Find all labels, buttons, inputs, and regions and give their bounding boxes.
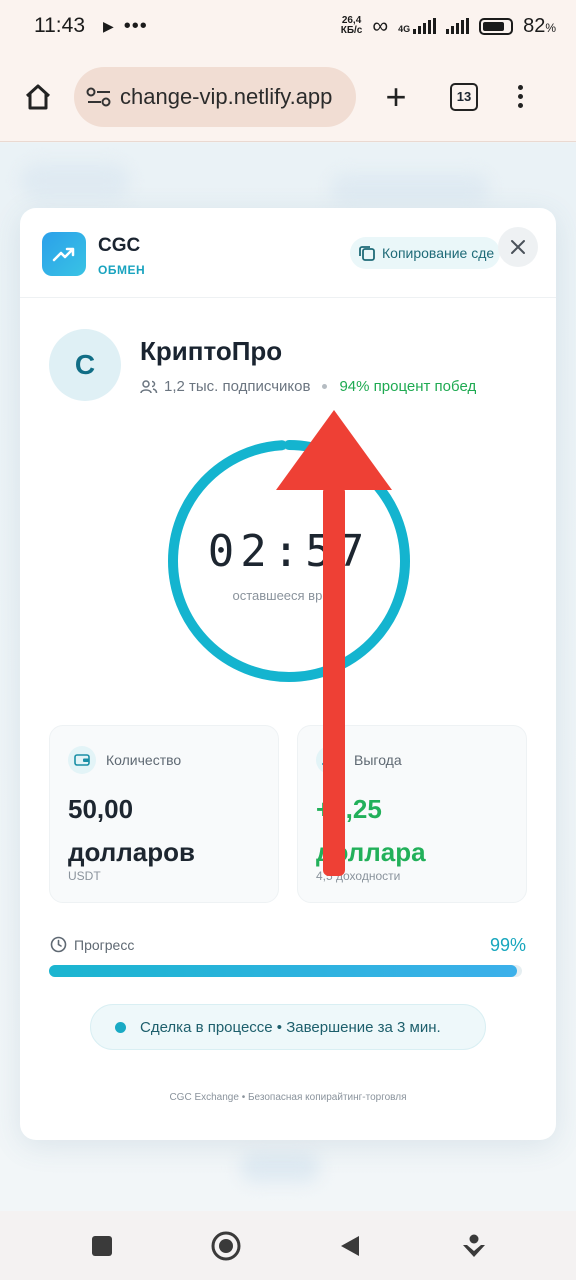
browser-menu-button[interactable]: [518, 85, 523, 108]
new-tab-button[interactable]: +: [378, 76, 414, 118]
system-status-bar: 11:43 ▶ ••• 26,4 КБ/с ∞ 4G 82%: [0, 0, 576, 52]
copy-trade-label: Копирование сде: [382, 245, 495, 261]
win-rate: 94% процент побед: [339, 378, 477, 395]
progress-percent: 99%: [489, 935, 526, 955]
square-icon: [92, 1235, 112, 1256]
copy-trade-button[interactable]: Копирование сде: [350, 237, 500, 269]
trending-up-icon: [52, 247, 75, 262]
home-button[interactable]: [20, 79, 56, 115]
back-button[interactable]: [333, 1229, 367, 1263]
red-arrow-annotation: [276, 410, 392, 876]
site-settings-icon[interactable]: [86, 86, 112, 108]
separator-dot: [322, 384, 328, 389]
modal-footer: CGC Exchange • Безопасная копирайтинг-то…: [169, 1092, 407, 1103]
wallet-icon: [68, 746, 96, 774]
hotspot-link-icon: ∞: [372, 13, 389, 38]
tab-switcher-button[interactable]: 13: [450, 82, 478, 111]
url-text: change-vip.netlify.app: [120, 83, 333, 109]
network-speed: 26,4 КБ/с: [340, 15, 363, 36]
close-icon: [511, 240, 525, 254]
system-navigation-bar: [0, 1211, 576, 1280]
signal-4g-icon: 4G: [398, 18, 437, 34]
progress-bar: [49, 965, 522, 977]
back-triangle-icon: [341, 1235, 359, 1256]
clock: 11:43: [34, 14, 85, 37]
clock-icon: [50, 936, 67, 953]
amount-card: Количество 50,00 долларов USDT: [49, 725, 279, 903]
more-notifications-icon: •••: [123, 14, 148, 37]
recent-apps-button[interactable]: [85, 1229, 119, 1263]
users-icon: [140, 379, 158, 393]
circle-home-icon: [211, 1231, 241, 1260]
brand-logo: [42, 232, 86, 276]
progress-fill: [49, 965, 518, 977]
battery-percent: 82%: [523, 14, 556, 37]
progress-label: Прогресс: [50, 936, 134, 953]
trade-status-pill: Сделка в процессе • Завершение за 3 мин.: [90, 1004, 486, 1050]
trader-meta: 1,2 тыс. подписчиков 94% процент побед: [140, 378, 476, 395]
assistant-button[interactable]: [457, 1229, 491, 1263]
amount-label: Количество: [106, 752, 182, 768]
subscribers-count: 1,2 тыс. подписчиков: [164, 378, 311, 395]
play-icon: ▶: [103, 17, 114, 34]
brand-subtitle: ОБМЕН: [98, 263, 146, 277]
modal-header: CGC ОБМЕН Копирование сде: [20, 208, 556, 298]
status-dot-icon: [115, 1021, 126, 1033]
trader-name: КриптоПро: [140, 336, 283, 366]
close-button[interactable]: [498, 227, 538, 267]
amount-value: 50,00 долларов: [68, 794, 195, 867]
copy-icon: [359, 246, 375, 261]
home-nav-button[interactable]: [209, 1229, 243, 1263]
address-bar[interactable]: change-vip.netlify.app: [74, 66, 356, 127]
home-icon: [25, 84, 51, 109]
trader-avatar: C: [49, 329, 121, 401]
amount-currency: USDT: [68, 869, 101, 883]
battery-icon: [479, 17, 514, 35]
signal-icon: [446, 18, 470, 34]
trade-status-text: Сделка в процессе • Завершение за 3 мин.: [140, 1018, 441, 1036]
brand-name: CGC: [98, 235, 141, 256]
assistant-icon: [463, 1234, 485, 1257]
browser-toolbar: change-vip.netlify.app + 13: [0, 52, 576, 142]
